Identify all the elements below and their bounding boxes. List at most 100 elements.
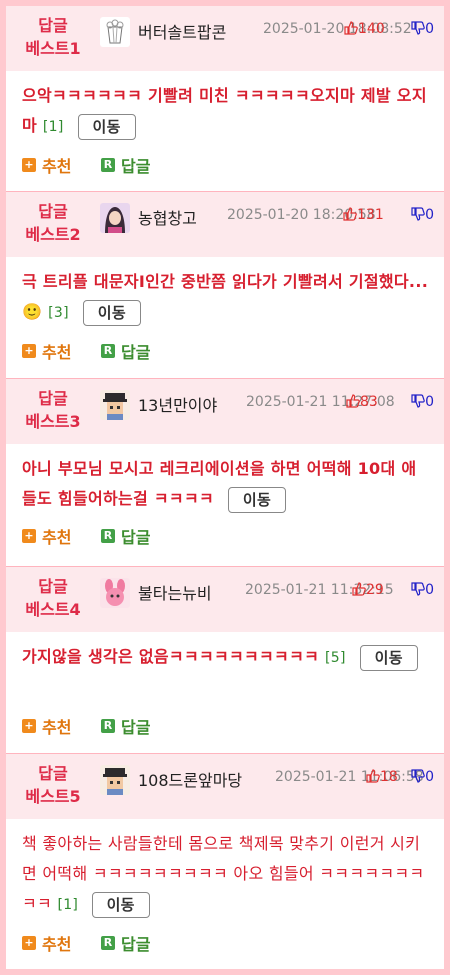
recommend-button[interactable]: + 추천 [22,714,71,738]
popcorn-sketch-icon[interactable] [100,17,130,47]
best-label-line1: 답글 [38,389,68,408]
plus-icon: + [22,936,36,950]
best-rank-label: 답글 베스트4 [18,575,88,621]
reply-count: [1] [42,119,64,135]
pixel-character-icon[interactable] [100,765,130,795]
downvote-count[interactable]: 0 [411,207,434,223]
author-nickname[interactable]: 농협창고 [138,205,197,229]
reply-text: 가지않을 생각은 없음ㅋㅋㅋㅋㅋㅋㅋㅋㅋㅋ [5] 이동 [22,642,430,673]
author-nickname[interactable]: 버터솔트팝콘 [138,19,226,43]
best-rank-label: 답글 베스트3 [18,387,88,433]
thumbs-down-icon [411,21,425,37]
best-label-line2: 베스트4 [25,600,81,619]
downvote-count[interactable]: 0 [411,394,434,410]
reply-actions: + 추천 R 답글 [22,339,174,363]
thumbs-up-icon [352,582,366,598]
best-label-line2: 베스트3 [25,412,81,431]
reply-button[interactable]: R 답글 [101,339,150,363]
author-nickname[interactable]: 13년만이야 [138,392,217,416]
reply-r-icon: R [101,719,116,733]
downvote-count[interactable]: 0 [411,582,434,598]
recommend-button[interactable]: + 추천 [22,339,71,363]
reply-text: 책 좋아하는 사람들한테 몸으로 책제목 맞추기 이런거 시키면 어떡해 ㅋㅋㅋ… [22,829,430,920]
best-label-line2: 베스트1 [25,39,81,58]
reply-text: 아니 부모님 모시고 레크리에이션을 하면 어떡해 10대 애들도 힘들어하는걸… [22,454,430,515]
downvote-count[interactable]: 0 [411,21,434,37]
plus-icon: + [22,344,36,358]
recommend-button[interactable]: + 추천 [22,931,71,955]
reply-header: 답글 베스트1 버터솔트팝콘 2025-01-20 18:08:52 140 0 [6,6,444,71]
best-reply-card: 답글 베스트4 불타는뉴비 2025-01-21 11:32:15 29 0 가… [6,567,444,754]
best-label-line2: 베스트5 [25,787,81,806]
upvote-count[interactable]: 131 [343,207,384,223]
post-date: 2025-01-21 11:06:58 [275,769,424,785]
upvote-count[interactable]: 83 [346,394,378,410]
move-button[interactable]: 이동 [77,113,136,140]
author-nickname[interactable]: 불타는뉴비 [138,580,212,604]
reply-button[interactable]: R 답글 [101,714,150,738]
reply-body: 가지않을 생각은 없음ㅋㅋㅋㅋㅋㅋㅋㅋㅋㅋ [5] 이동 + 추천 R 답글 [6,632,444,753]
best-rank-label: 답글 베스트1 [18,14,88,60]
best-label-line1: 답글 [38,577,68,596]
best-label-line1: 답글 [38,16,68,35]
reply-text: 극 트리플 대문자I인간 중반쯤 읽다가 기빨려서 기절했다...🙂 [3] 이… [22,267,430,328]
thumbs-down-icon [411,394,425,410]
best-reply-card: 답글 베스트1 버터솔트팝콘 2025-01-20 18:08:52 140 0… [6,6,444,192]
move-button[interactable]: 이동 [82,299,141,326]
thumbs-up-icon [344,21,358,37]
thumbs-up-icon [346,394,360,410]
reply-count: [5] [325,650,346,666]
author-nickname[interactable]: 108드론앞마당 [138,767,242,791]
reply-header: 답글 베스트5 108드론앞마당 2025-01-21 11:06:58 18 [6,754,444,819]
best-replies-list: 답글 베스트1 버터솔트팝콘 2025-01-20 18:08:52 140 0… [6,6,444,969]
reply-text: 으악ㅋㅋㅋㅋㅋㅋ 기빨려 미친 ㅋㅋㅋㅋㅋ오지마 제발 오지마 [1] 이동 [22,81,430,142]
reply-actions: + 추천 R 답글 [22,931,174,955]
reply-r-icon: R [101,344,116,358]
thumbs-up-icon [366,769,380,785]
character-portrait-icon[interactable] [100,203,130,233]
plus-icon: + [22,529,36,543]
reply-actions: + 추천 R 답글 [22,714,174,738]
recommend-button[interactable]: + 추천 [22,153,71,177]
reply-body: 으악ㅋㅋㅋㅋㅋㅋ 기빨려 미친 ㅋㅋㅋㅋㅋ오지마 제발 오지마 [1] 이동 +… [6,71,444,191]
reply-r-icon: R [101,158,116,172]
plus-icon: + [22,719,36,733]
post-date: 2025-01-20 18:08:52 [263,21,412,37]
reply-count: [1] [57,897,79,913]
upvote-count[interactable]: 18 [366,769,398,785]
best-label-line1: 답글 [38,764,68,783]
thumbs-down-icon [411,769,425,785]
pink-bunny-icon[interactable] [100,578,130,608]
recommend-button[interactable]: + 추천 [22,524,71,548]
reply-count: [3] [48,305,69,321]
reply-button[interactable]: R 답글 [101,153,150,177]
move-button[interactable]: 이동 [91,891,150,918]
reply-actions: + 추천 R 답글 [22,153,174,177]
best-label-line2: 베스트2 [25,225,81,244]
reply-button[interactable]: R 답글 [101,931,150,955]
reply-header: 답글 베스트3 13년만이야 2025-01-21 11:27:08 83 0 [6,379,444,444]
move-button[interactable]: 이동 [359,644,418,671]
thumbs-up-icon [343,207,357,223]
move-button[interactable]: 이동 [227,486,287,513]
best-label-line1: 답글 [38,202,68,221]
reply-body: 극 트리플 대문자I인간 중반쯤 읽다가 기빨려서 기절했다...🙂 [3] 이… [6,257,444,378]
best-reply-card: 답글 베스트5 108드론앞마당 2025-01-21 11:06:58 18 [6,754,444,969]
best-rank-label: 답글 베스트2 [18,200,88,246]
pixel-character-icon[interactable] [100,390,130,420]
best-reply-card: 답글 베스트2 농협창고 2025-01-20 18:20:58 131 0 극… [6,192,444,379]
downvote-count[interactable]: 0 [411,769,434,785]
reply-header: 답글 베스트2 농협창고 2025-01-20 18:20:58 131 0 [6,192,444,257]
thumbs-down-icon [411,582,425,598]
reply-body: 아니 부모님 모시고 레크리에이션을 하면 어떡해 10대 애들도 힘들어하는걸… [6,444,444,566]
upvote-count[interactable]: 140 [344,21,385,37]
reply-body: 책 좋아하는 사람들한테 몸으로 책제목 맞추기 이런거 시키면 어떡해 ㅋㅋㅋ… [6,819,444,969]
reply-r-icon: R [101,529,116,543]
reply-button[interactable]: R 답글 [101,524,150,548]
upvote-count[interactable]: 29 [352,582,384,598]
plus-icon: + [22,158,36,172]
reply-header: 답글 베스트4 불타는뉴비 2025-01-21 11:32:15 29 0 [6,567,444,632]
best-reply-card: 답글 베스트3 13년만이야 2025-01-21 11:27:08 83 0 … [6,379,444,567]
thumbs-down-icon [411,207,425,223]
reply-r-icon: R [101,936,116,950]
